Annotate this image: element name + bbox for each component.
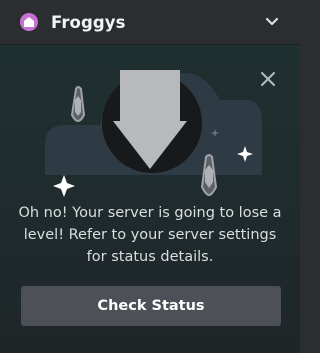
chevron-down-icon[interactable] <box>264 14 280 30</box>
check-status-button[interactable]: Check Status <box>21 286 281 326</box>
server-name: Froggys <box>51 12 126 32</box>
boost-warning-panel: Oh no! Your server is going to lose a le… <box>0 44 300 353</box>
server-boost-icon <box>20 13 38 31</box>
level-down-illustration <box>45 70 262 197</box>
warning-message: Oh no! Your server is going to lose a le… <box>18 205 282 265</box>
gem-left-icon <box>70 86 86 123</box>
server-header[interactable]: Froggys <box>0 0 300 44</box>
